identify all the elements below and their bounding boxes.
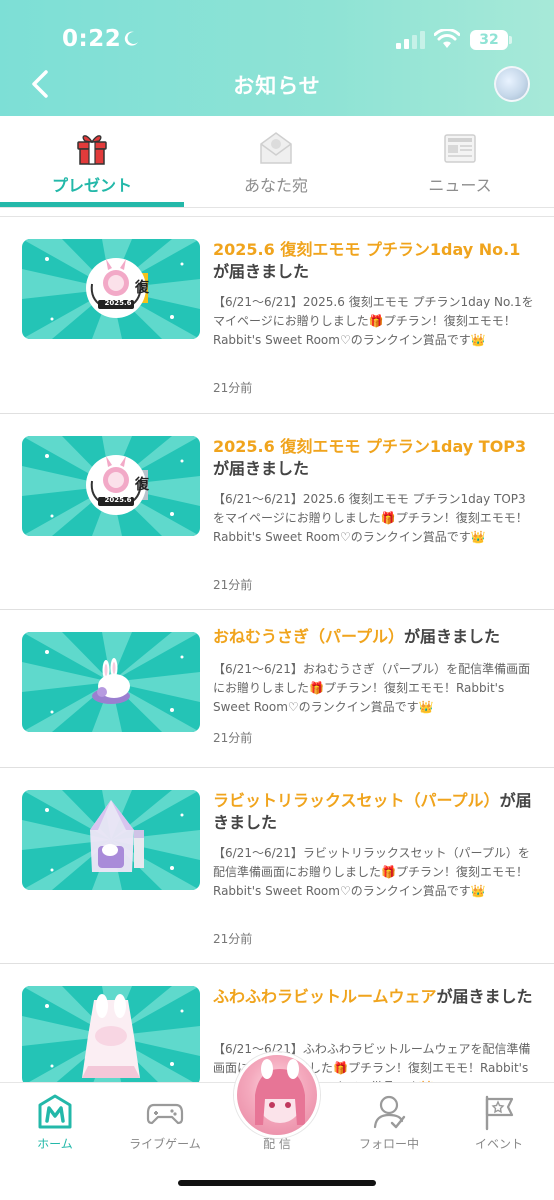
nav-label: イベント [474, 1137, 523, 1151]
tab-to-you[interactable]: あなた宛 [184, 116, 368, 208]
tab-label: ニュース [428, 176, 492, 195]
item-title-rest: が届きました [213, 262, 310, 281]
item-time: 21分前 [213, 731, 253, 745]
item-body: 【6/21〜6/21】2025.6 復刻エモモ プチラン1day TOP3をマイ… [213, 492, 528, 544]
wifi-icon [434, 29, 460, 48]
nav-label: フォロー中 [358, 1137, 419, 1151]
home-m-icon [38, 1094, 72, 1129]
item-time: 21分前 [213, 578, 253, 592]
nav-home[interactable]: ホーム [0, 1083, 110, 1163]
status-time: 0:22 [62, 26, 122, 52]
status-bar: 0:22 32 [0, 0, 554, 68]
home-indicator [178, 1180, 376, 1186]
tab-label: あなた宛 [243, 176, 308, 195]
tab-bar: プレゼント あなた宛 ニュース [0, 116, 554, 208]
item-title: おねむうさぎ（パープル）が届きました [213, 626, 535, 648]
item-thumbnail: 2025.6 復 [22, 239, 200, 339]
page-title: お知らせ [233, 74, 321, 98]
newspaper-icon [444, 134, 476, 163]
item-title-highlight: 2025.6 復刻エモモ プチラン1day TOP3 [213, 437, 527, 456]
tab-news[interactable]: ニュース [368, 116, 552, 208]
item-thumbnail [22, 790, 200, 890]
battery-tip [509, 36, 512, 44]
notification-list: 2025.6 復 2025.6 復刻エモモ プチラン1day No.1 が届きまし… [0, 216, 554, 1082]
avatar[interactable] [494, 66, 530, 102]
list-item[interactable]: 2025.6 復 2025.6 復刻エモモ プチラン1day No.1 が届きまし… [0, 217, 554, 414]
item-thumbnail [22, 986, 200, 1082]
moon-icon [124, 31, 138, 46]
nav-label: ライブゲーム [129, 1137, 201, 1151]
item-body: 【6/21〜6/21】2025.6 復刻エモモ プチラン1day No.1をマイ… [213, 295, 534, 347]
signal-icon [396, 31, 425, 49]
follow-person-icon [373, 1095, 406, 1129]
top-bar: 0:22 32 お知らせ [0, 0, 554, 116]
item-thumbnail [22, 632, 200, 732]
badge-char: 復 [135, 280, 149, 296]
nav-label: ホーム [37, 1137, 73, 1151]
item-title-rest: が届きました [213, 459, 310, 478]
nav-following[interactable]: フォロー中 [334, 1083, 444, 1163]
battery-icon: 32 [470, 30, 508, 50]
list-item[interactable]: おねむうさぎ（パープル）が届きました 【6/21〜6/21】おねむうさぎ（パープ… [0, 610, 554, 768]
item-title: 2025.6 復刻エモモ プチラン1day TOP3 が届きました [213, 436, 535, 480]
badge-year: 2025.6 [104, 496, 132, 504]
tab-present[interactable]: プレゼント [0, 116, 184, 208]
nav-live-game[interactable]: ライブゲーム [110, 1083, 220, 1163]
list-item[interactable]: 2025.6 復 2025.6 復刻エモモ プチラン1day TOP3 が届きまし… [0, 414, 554, 610]
event-flag-icon [485, 1095, 514, 1131]
gift-icon [77, 135, 107, 165]
item-title: 2025.6 復刻エモモ プチラン1day No.1 が届きました [213, 239, 535, 283]
item-title-highlight: おねむうさぎ（パープル） [213, 627, 405, 646]
envelope-icon [260, 132, 292, 164]
item-title: ふわふわラビットルームウェアが届きました [213, 986, 535, 1008]
battery-level: 32 [479, 32, 499, 48]
nav-event[interactable]: イベント [444, 1083, 554, 1163]
badge-char: 復 [135, 477, 149, 493]
badge-year: 2025.6 [104, 299, 132, 307]
item-body: 【6/21〜6/21】ラビットリラックスセット（パープル）を配信準備画面にお贈り… [213, 846, 530, 898]
item-title-highlight: ラビットリラックスセット（パープル） [213, 791, 500, 810]
item-title: ラビットリラックスセット（パープル）が届きました [213, 790, 535, 834]
item-body: 【6/21〜6/21】おねむうさぎ（パープル）を配信準備画面にお贈りしました🎁プ… [213, 662, 531, 714]
item-title-highlight: 2025.6 復刻エモモ プチラン1day No.1 [213, 240, 521, 259]
item-title-rest: が届きました [404, 627, 501, 646]
item-time: 21分前 [213, 381, 253, 395]
item-title-rest: が届きました [436, 987, 533, 1006]
item-title-highlight: ふわふわラビットルームウェア [213, 987, 437, 1006]
tab-indicator [0, 202, 184, 207]
gamepad-icon [146, 1103, 184, 1125]
item-time: 21分前 [213, 932, 253, 946]
list-item[interactable]: ラビットリラックスセット（パープル）が届きました 【6/21〜6/21】ラビット… [0, 768, 554, 964]
tab-label: プレゼント [51, 176, 132, 195]
item-thumbnail: 2025.6 復 [22, 436, 200, 536]
live-broadcast-button[interactable] [234, 1052, 320, 1138]
